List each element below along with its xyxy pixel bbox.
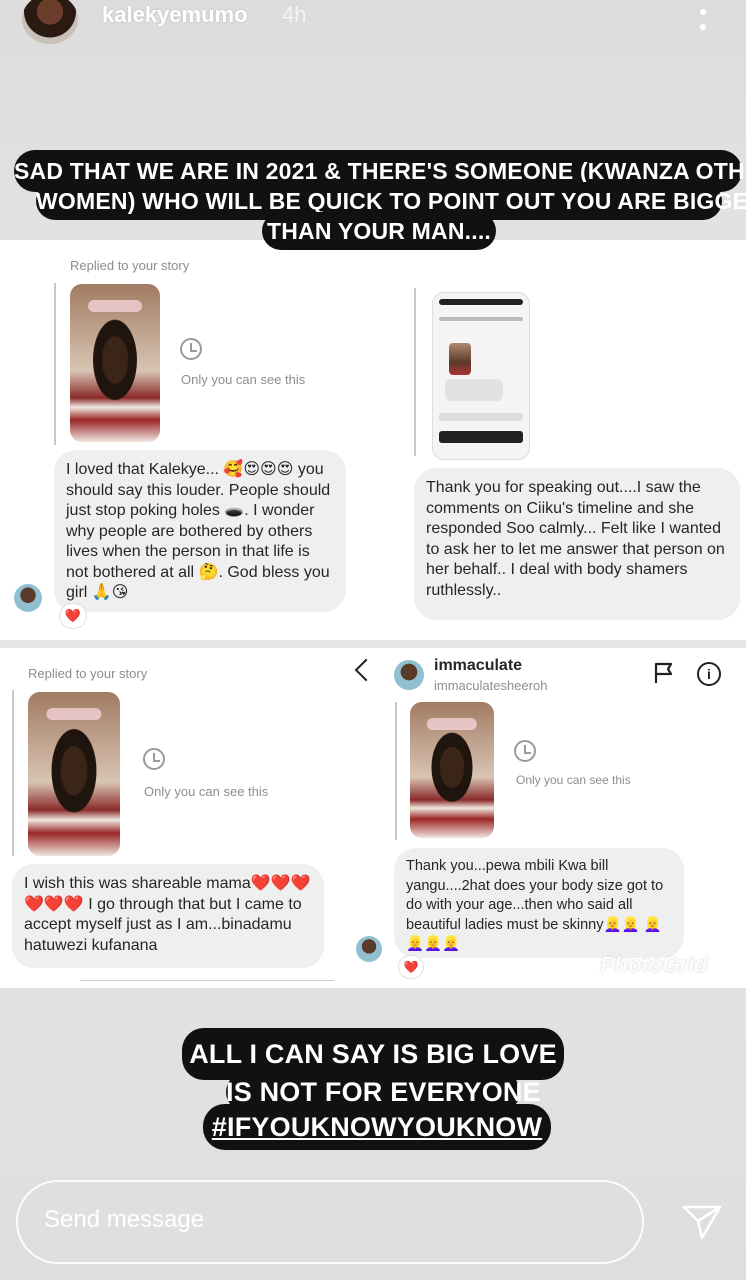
- send-message-placeholder: Send message: [44, 1206, 205, 1233]
- photogrid-watermark: PhotoGrid: [600, 952, 708, 977]
- sender-avatar[interactable]: [14, 584, 42, 612]
- info-icon[interactable]: i: [697, 662, 721, 686]
- more-options-icon[interactable]: [696, 0, 710, 30]
- caption-line-3: THAN YOUR MAN....: [262, 212, 496, 250]
- heart-reaction: ❤️: [60, 604, 86, 628]
- send-icon[interactable]: [682, 1204, 722, 1240]
- heart-reaction: ❤️: [399, 956, 423, 978]
- history-icon: [143, 748, 165, 770]
- divider: [80, 980, 334, 981]
- only-you-label: Only you can see this: [144, 784, 269, 799]
- flag-icon[interactable]: [654, 662, 674, 684]
- message-bubble: I loved that Kalekye... 🥰😍😍😍 you should …: [54, 450, 346, 612]
- reply-divider: [12, 690, 14, 856]
- chat-name[interactable]: immaculate: [434, 657, 522, 675]
- story-thumbnail[interactable]: [70, 284, 160, 442]
- hashtag-caption[interactable]: #IFYOUKNOWYOUKNOW: [203, 1104, 551, 1150]
- only-you-label: Only you can see this: [516, 773, 631, 787]
- chat-handle: immaculatesheeroh: [434, 678, 548, 693]
- shared-screenshot[interactable]: [432, 292, 530, 460]
- message-bubble: I wish this was shareable mama❤️❤️❤️❤️❤️…: [12, 864, 324, 968]
- reply-divider: [54, 283, 56, 445]
- story-time: 4h: [282, 2, 307, 27]
- history-icon: [514, 740, 536, 762]
- history-icon: [180, 338, 202, 360]
- story-thumbnail[interactable]: [410, 702, 494, 838]
- story-avatar[interactable]: [22, 0, 78, 44]
- story-thumbnail[interactable]: [28, 692, 120, 856]
- reply-divider: [414, 288, 416, 456]
- reply-bubble: Thank you for speaking out....I saw the …: [414, 468, 740, 620]
- story-username[interactable]: kalekyemumo: [102, 2, 248, 28]
- message-bubble: Thank you...pewa mbili Kwa bill yangu...…: [394, 848, 684, 958]
- replied-label: Replied to your story: [28, 666, 148, 681]
- only-you-label: Only you can see this: [181, 372, 306, 387]
- reply-divider: [395, 702, 397, 840]
- replied-label: Replied to your story: [70, 258, 190, 273]
- sender-avatar[interactable]: [356, 936, 382, 962]
- chat-avatar[interactable]: [394, 660, 424, 690]
